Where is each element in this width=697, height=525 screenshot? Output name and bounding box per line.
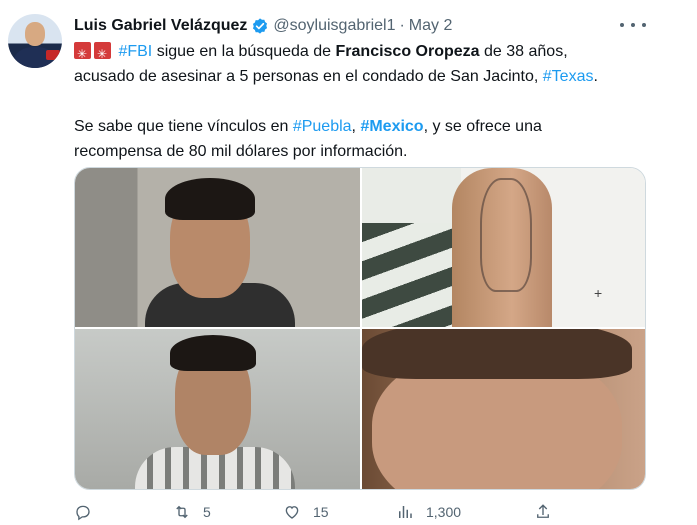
author-name[interactable]: Luis Gabriel Velázquez xyxy=(74,17,247,35)
retweet-button[interactable]: 5 xyxy=(173,503,211,521)
photo-mugshot-1[interactable] xyxy=(75,168,360,327)
reply-button[interactable] xyxy=(74,503,104,521)
name-bold: Francisco Oropeza xyxy=(335,43,480,60)
avatar-badge xyxy=(46,50,60,60)
separator-dot: · xyxy=(399,17,405,34)
tweet-line-4: recompensa de 80 mil dólares por informa… xyxy=(74,143,408,160)
reply-icon xyxy=(76,505,90,521)
tweet-line-1: #FBI sigue en la búsqueda de Francisco O… xyxy=(74,39,674,67)
retweet-count: 5 xyxy=(203,504,211,520)
photo-closeup[interactable] xyxy=(362,329,645,489)
line1-text-end: de 38 años, xyxy=(479,43,568,60)
photo-mugshot-2[interactable] xyxy=(75,329,360,489)
tweet-header: Luis Gabriel Velázquez @soyluisgabriel1 … xyxy=(74,14,452,38)
avatar[interactable] xyxy=(8,14,62,68)
line2-text-end: . xyxy=(593,68,598,85)
views-button[interactable]: 1,300 xyxy=(396,503,461,521)
hashtag-fbi[interactable]: #FBI xyxy=(118,43,152,60)
views-count: 1,300 xyxy=(426,504,462,520)
line3-text: Se sabe que tiene vínculos en xyxy=(74,118,293,135)
verified-badge-icon xyxy=(253,18,268,34)
line2-text: acusado de asesinar a 5 personas en el c… xyxy=(74,68,543,85)
like-button[interactable]: 15 xyxy=(283,503,329,521)
tweet-line-2: acusado de asesinar a 5 personas en el c… xyxy=(74,64,674,89)
share-button[interactable] xyxy=(534,503,552,521)
media-grid: + xyxy=(74,167,646,490)
hashtag-texas[interactable]: #Texas xyxy=(543,68,594,85)
views-icon xyxy=(399,506,412,518)
photo-tattoo[interactable]: + xyxy=(362,168,645,327)
retweet-icon xyxy=(176,505,188,519)
tweet-card: Luis Gabriel Velázquez @soyluisgabriel1 … xyxy=(0,0,697,525)
siren-emoji xyxy=(94,42,111,67)
siren-emoji xyxy=(74,42,91,67)
line3-text-end: , y se ofrece una xyxy=(423,118,542,135)
tweet-text: #FBI sigue en la búsqueda de Francisco O… xyxy=(74,39,674,164)
avatar-face xyxy=(25,22,45,46)
like-count: 15 xyxy=(313,504,329,520)
action-bar: 5 15 1,300 xyxy=(74,501,564,523)
hashtag-mexico[interactable]: #Mexico xyxy=(360,118,423,135)
tweet-line-3: Se sabe que tiene vínculos en #Puebla, #… xyxy=(74,114,674,139)
like-icon xyxy=(285,506,299,519)
more-icon[interactable] xyxy=(620,16,646,34)
author-handle[interactable]: @soyluisgabriel1 xyxy=(273,17,395,35)
tweet-date[interactable]: May 2 xyxy=(409,17,453,35)
hashtag-puebla[interactable]: #Puebla xyxy=(293,118,352,135)
line1-text: sigue en la búsqueda de xyxy=(152,43,336,60)
share-icon xyxy=(537,504,549,518)
